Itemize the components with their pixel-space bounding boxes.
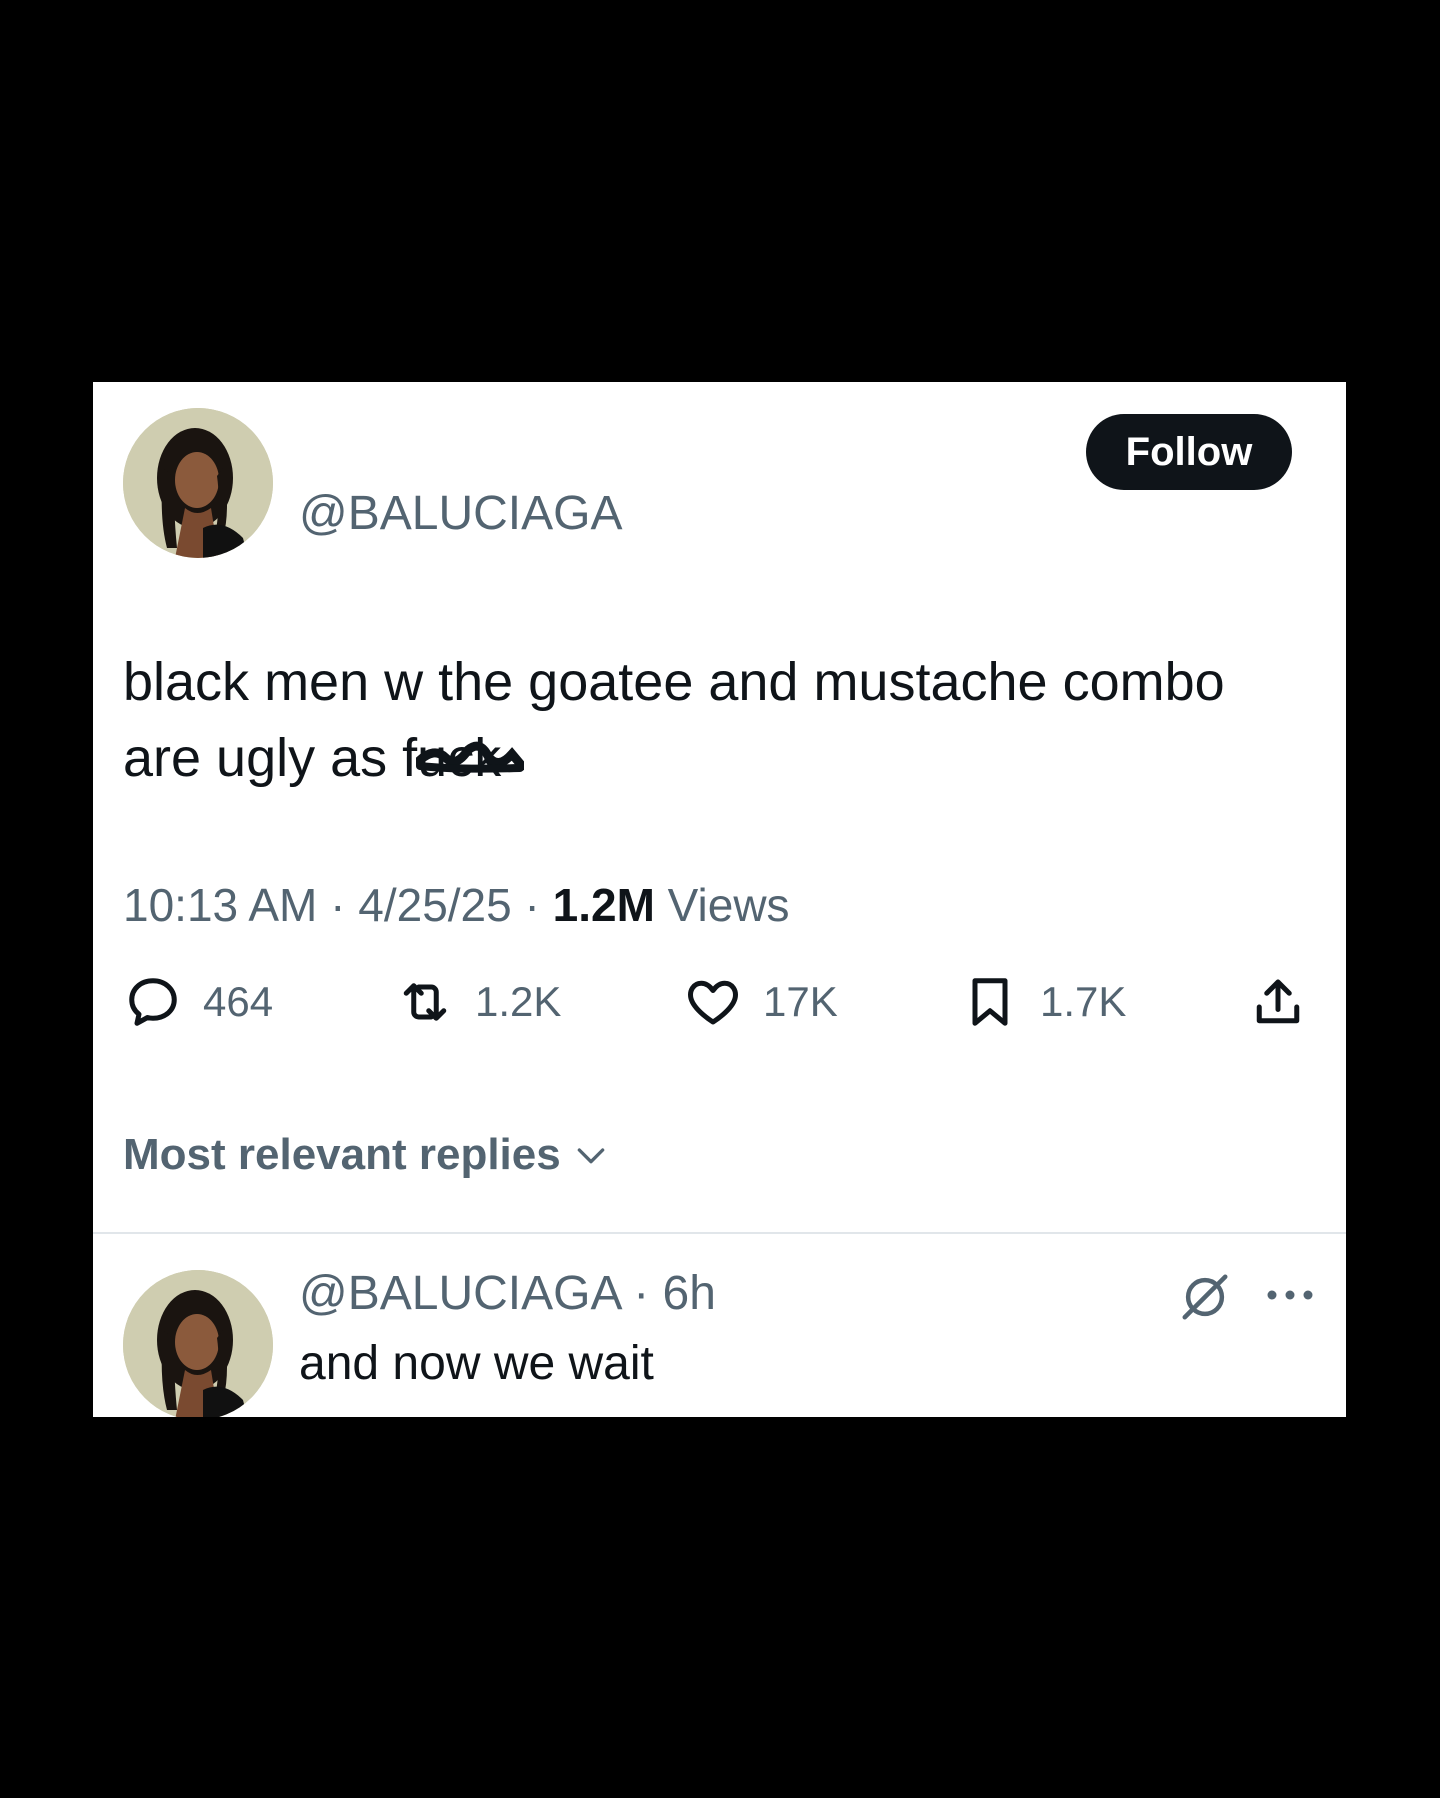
- divider: [93, 1232, 1346, 1234]
- reply-header: @BALUCIAGA · 6h: [299, 1270, 716, 1318]
- replies-sort-dropdown[interactable]: Most relevant replies: [123, 1130, 611, 1180]
- follow-button[interactable]: Follow: [1086, 414, 1292, 490]
- tweet-time[interactable]: 10:13 AM: [123, 879, 317, 931]
- speech-bubble-icon: [129, 978, 177, 1026]
- bookmark-button[interactable]: 1.7K: [960, 962, 1126, 1042]
- tweet-text-line-2-start: are ugly as: [123, 728, 403, 788]
- tweet-text-line-1: black men w the goatee and mustache comb…: [123, 652, 1225, 712]
- avatar[interactable]: [123, 408, 273, 558]
- reply-age[interactable]: 6h: [663, 1267, 716, 1320]
- reply-count: 464: [203, 978, 274, 1025]
- like-count: 17K: [763, 978, 838, 1025]
- grok-icon[interactable]: [1178, 1270, 1232, 1324]
- reply-button[interactable]: 464: [123, 962, 273, 1042]
- bookmark-icon: [972, 978, 1008, 1026]
- repost-count: 1.2K: [475, 978, 562, 1025]
- avatar-image: [123, 1270, 273, 1417]
- reply-avatar[interactable]: [123, 1270, 273, 1417]
- repost-button[interactable]: 1.2K: [395, 962, 561, 1042]
- tweet-card: @BALUCIAGA Follow black men w the goatee…: [93, 382, 1346, 1417]
- tweet-text-line-2: are ugly as fuck: [123, 720, 1323, 796]
- reply-text: and now we wait: [299, 1337, 654, 1390]
- avatar-image: [123, 408, 273, 558]
- replies-sort-label: Most relevant replies: [123, 1130, 561, 1179]
- like-button[interactable]: 17K: [683, 962, 838, 1042]
- share-upload-icon: [1256, 979, 1300, 1024]
- scribble-icon: [416, 741, 525, 773]
- tweet-date[interactable]: 4/25/25: [358, 879, 511, 931]
- reply-handle[interactable]: @BALUCIAGA: [299, 1267, 620, 1320]
- more-dots-icon[interactable]: [1263, 1280, 1317, 1310]
- separator: ·: [330, 879, 346, 931]
- heart-icon: [688, 980, 738, 1025]
- chevron-down-icon: [577, 1148, 605, 1164]
- repost-arrows-icon: [403, 983, 447, 1021]
- views-label: Views: [667, 879, 790, 931]
- share-button[interactable]: [1248, 962, 1308, 1042]
- tweet-meta: 10:13 AM · 4/25/25 · 1.2M Views: [123, 882, 790, 928]
- views-count: 1.2M: [552, 879, 655, 931]
- author-handle[interactable]: @BALUCIAGA: [299, 490, 622, 538]
- action-bar: 464 1.2K 17K 1.7K: [93, 962, 1346, 1042]
- separator: ·: [633, 1267, 650, 1320]
- bookmark-count: 1.7K: [1040, 978, 1127, 1025]
- tweet-text: black men w the goatee and mustache comb…: [123, 644, 1323, 796]
- separator: ·: [524, 879, 540, 931]
- censored-word: fuck: [402, 720, 525, 796]
